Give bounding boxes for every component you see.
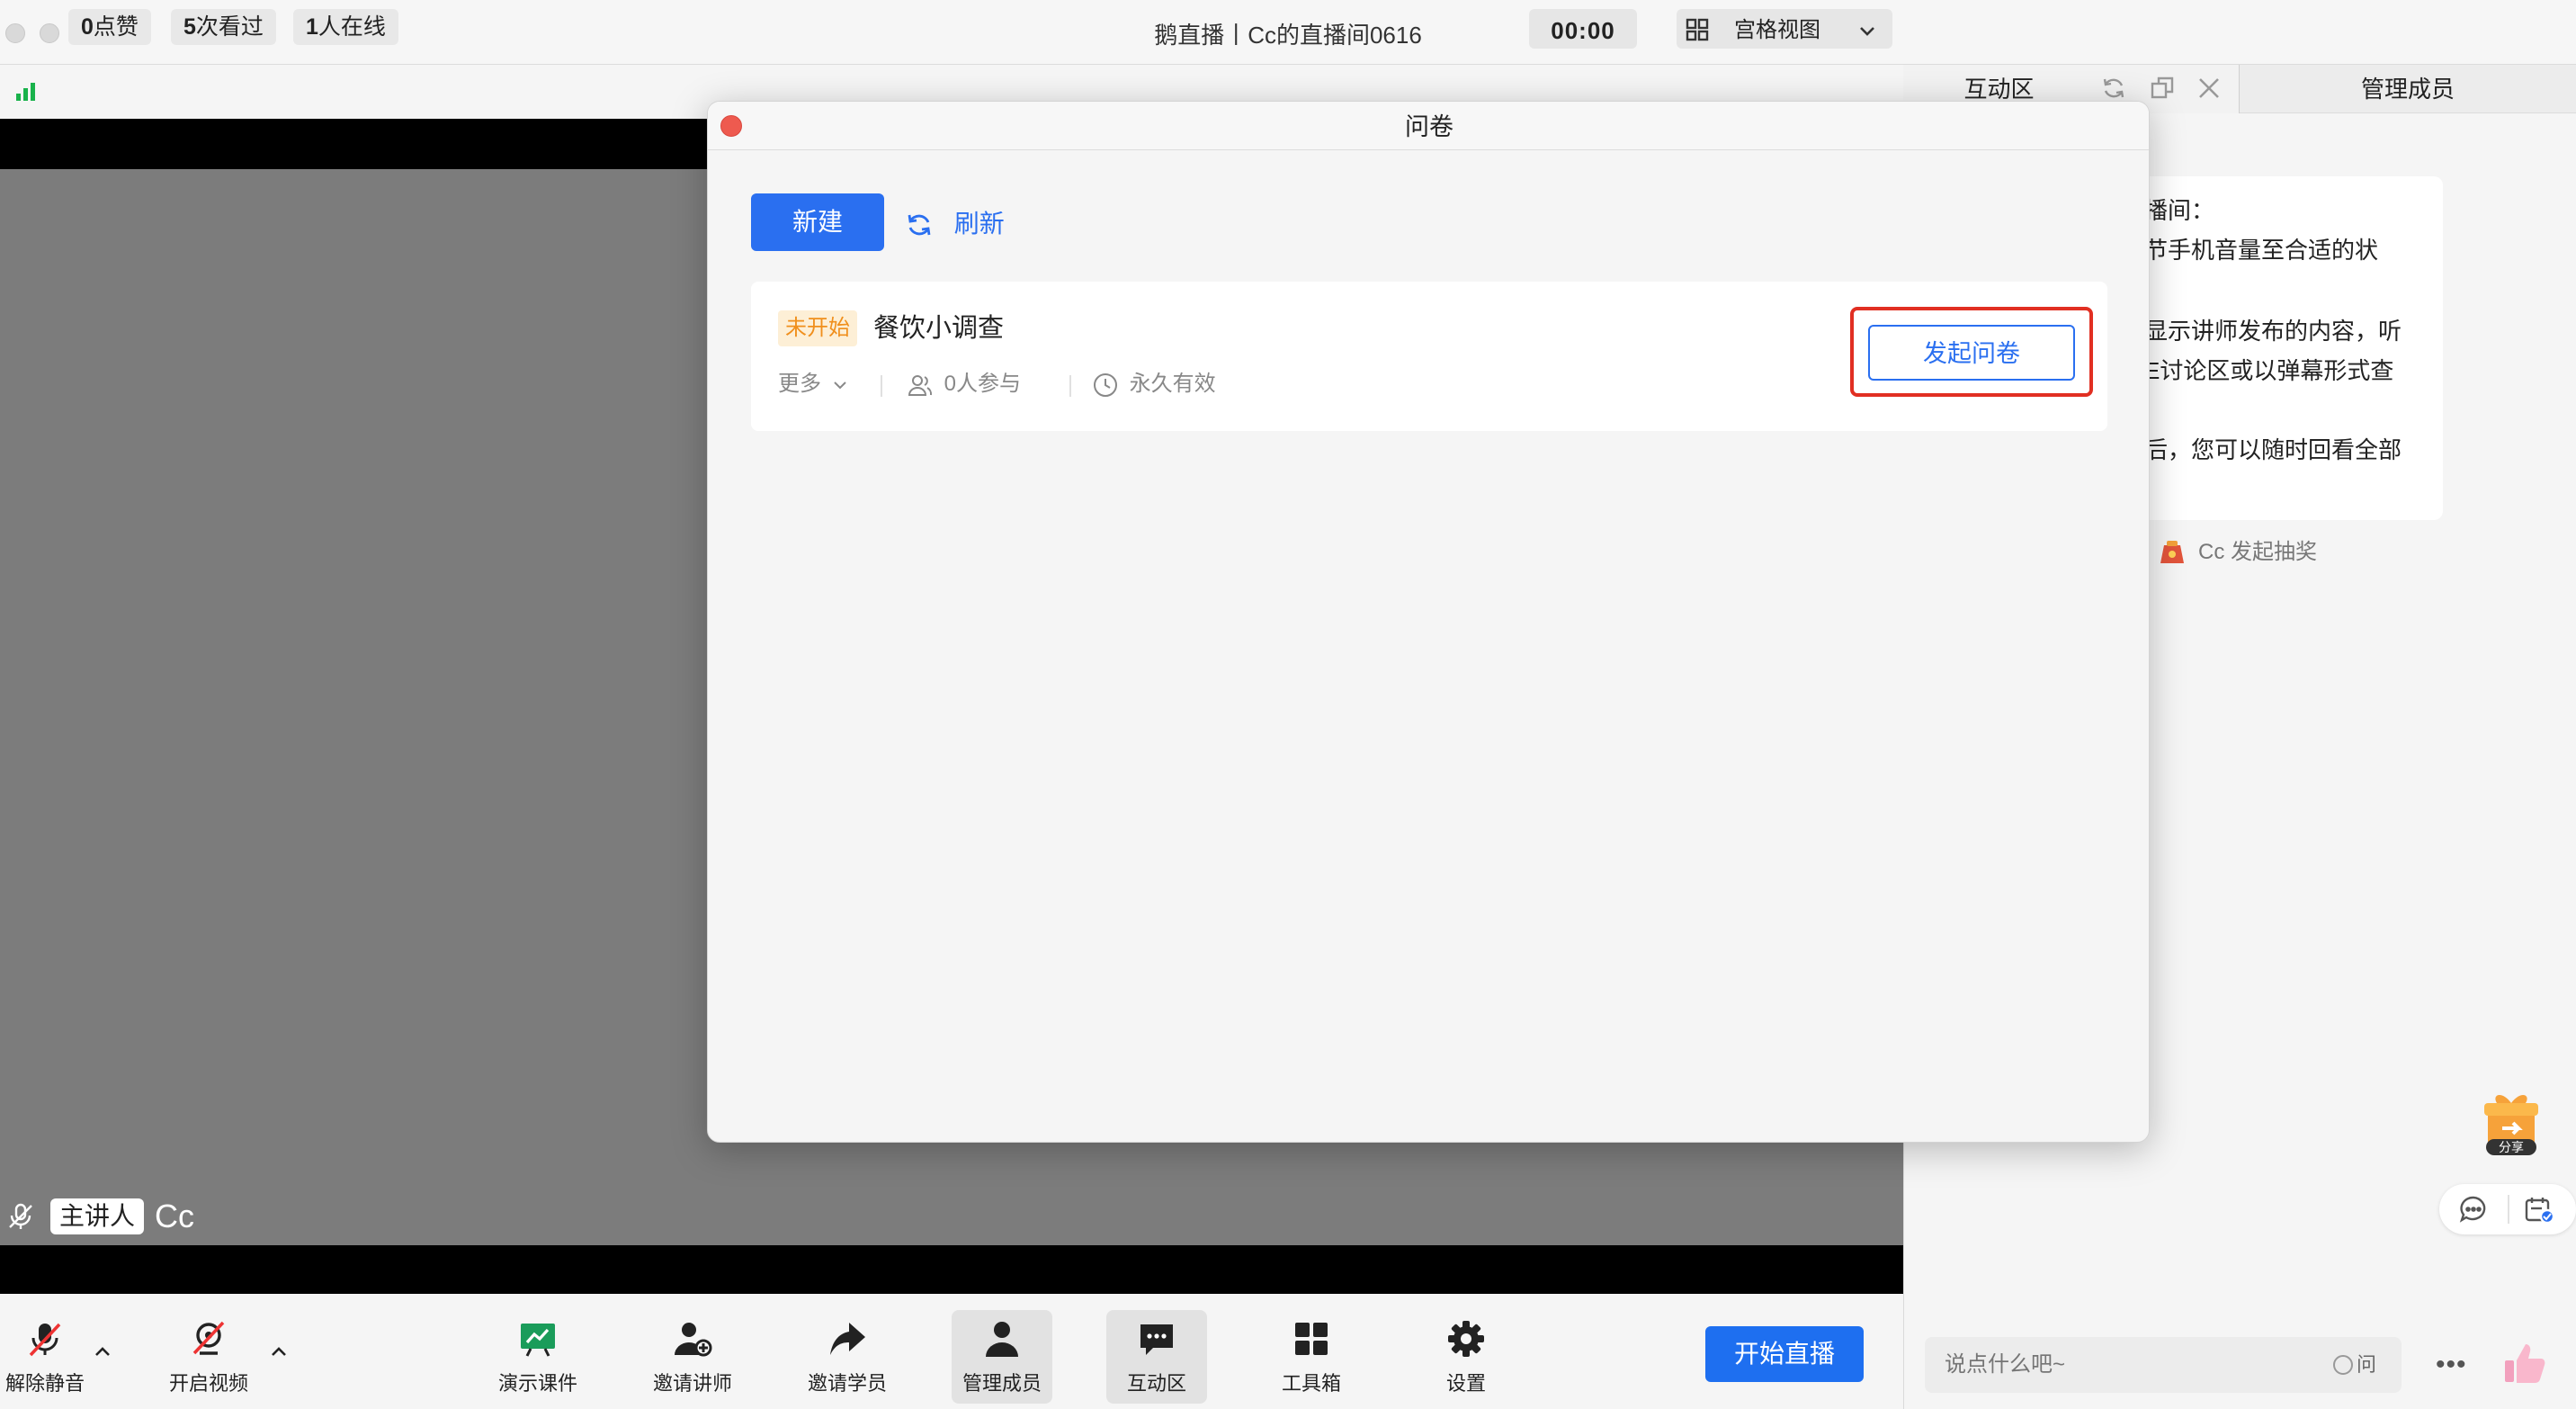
more-dropdown[interactable]: 更多 [778, 366, 849, 402]
new-survey-button[interactable]: 新建 [751, 193, 884, 251]
toolbox-button[interactable]: 工具箱 [1261, 1310, 1362, 1404]
members-icon [982, 1319, 1022, 1359]
view-mode-label: 宫格视图 [1734, 18, 1820, 42]
video-letterbox-bottom [0, 1245, 1903, 1294]
start-live-button[interactable]: 开始直播 [1705, 1326, 1864, 1382]
toolbox-label: 工具箱 [1281, 1372, 1341, 1395]
views-stat: 5次看过 [171, 9, 276, 45]
invite-teacher-label: 邀请讲师 [652, 1372, 732, 1395]
video-options-caret[interactable] [268, 1341, 290, 1362]
online-label: 人在线 [318, 14, 386, 40]
audio-options-caret[interactable] [92, 1341, 113, 1362]
present-slides-label: 演示课件 [497, 1372, 577, 1395]
refresh-label: 刷新 [953, 209, 1005, 238]
launch-survey-button[interactable]: 发起问卷 [1868, 325, 2075, 381]
add-user-icon [673, 1319, 712, 1359]
popout-icon[interactable] [2150, 76, 2175, 101]
chat-bubble-icon [1137, 1319, 1176, 1359]
pill-divider [2508, 1195, 2509, 1224]
calendar-check-icon[interactable] [2524, 1195, 2554, 1224]
notice-line: E讨论区或以弹幕形式查 [2144, 357, 2394, 384]
unmute-button[interactable]: 解除静音 [0, 1310, 95, 1404]
lottery-message: Cc 发起抽奖 [2198, 540, 2317, 564]
ask-label: 问 [2357, 1353, 2377, 1376]
notice-line: 后，您可以随时回看全部 [2144, 436, 2402, 463]
participants-info: 0人参与 [908, 366, 1021, 402]
online-stat: 1人在线 [293, 9, 398, 45]
refresh-icon [906, 195, 940, 253]
mic-muted-icon [7, 1202, 34, 1231]
invite-teacher-button[interactable]: 邀请讲师 [642, 1310, 743, 1404]
validity-label: 永久有效 [1129, 372, 1216, 396]
interaction-button[interactable]: 互动区 [1106, 1310, 1207, 1404]
camera-off-icon [189, 1319, 228, 1359]
clock-icon [1093, 372, 1118, 398]
status-badge: 未开始 [778, 310, 857, 346]
grid-apps-icon [1292, 1319, 1331, 1359]
users-icon [908, 373, 933, 397]
start-video-label: 开启视频 [168, 1372, 248, 1395]
ask-radio[interactable] [2333, 1355, 2353, 1375]
share-arrow-icon [827, 1319, 867, 1359]
chat-input-box: 问 [1925, 1337, 2402, 1393]
tab-interaction-label: 互动区 [1963, 76, 2035, 103]
survey-dialog: 问卷 新建 刷新 未开始 餐饮小调查 更多 0人参与 永久有效 发起问卷 [707, 101, 2150, 1143]
refresh-button[interactable]: 刷新 [906, 193, 1005, 251]
settings-button[interactable]: 设置 [1416, 1310, 1516, 1404]
views-label: 次看过 [195, 14, 264, 40]
floating-action-pill [2439, 1184, 2576, 1234]
interaction-label: 互动区 [1126, 1372, 1186, 1395]
chat-input[interactable] [1945, 1344, 2286, 1386]
settings-label: 设置 [1445, 1372, 1486, 1395]
participants-count: 0人参与 [944, 372, 1022, 396]
online-count: 1 [306, 14, 318, 40]
meta-divider [1069, 375, 1071, 397]
meta-divider [881, 375, 882, 397]
likes-stat: 0点赞 [68, 9, 151, 45]
grid-view-icon [1686, 18, 1709, 41]
chevron-down-icon [831, 376, 849, 394]
presentation-icon [518, 1319, 558, 1359]
likes-label: 点赞 [93, 14, 139, 40]
invite-student-label: 邀请学员 [807, 1372, 887, 1395]
gear-icon [1446, 1319, 1486, 1359]
manage-members-button[interactable]: 管理成员 [952, 1310, 1052, 1404]
view-mode-dropdown[interactable]: 宫格视图 [1677, 9, 1892, 49]
presenter-name: Cc [155, 1198, 194, 1234]
more-options-button[interactable]: ••• [2436, 1350, 2467, 1380]
validity-info: 永久有效 [1093, 366, 1216, 402]
likes-count: 0 [81, 14, 94, 40]
views-count: 5 [183, 14, 196, 40]
presenter-role-badge: 主讲人 [50, 1198, 145, 1234]
start-video-button[interactable]: 开启视频 [158, 1310, 259, 1404]
comment-icon[interactable] [2459, 1195, 2488, 1224]
chevron-down-icon [1856, 20, 1878, 41]
tab-manage-members[interactable]: 管理成员 [2240, 65, 2576, 113]
notice-line: 播间： [2144, 197, 2215, 224]
lottery-bag-icon [2157, 536, 2187, 567]
present-slides-button[interactable]: 演示课件 [487, 1310, 588, 1404]
share-label: 分享 [2499, 1140, 2524, 1154]
refresh-panel-icon[interactable] [2101, 76, 2126, 101]
live-timer: 00:00 [1529, 9, 1637, 49]
mic-off-icon [25, 1319, 65, 1359]
thumbs-up-icon[interactable] [2502, 1341, 2547, 1386]
invite-student-button[interactable]: 邀请学员 [797, 1310, 898, 1404]
survey-title: 餐饮小调查 [873, 314, 1005, 343]
notice-line: 显示讲师发布的内容，听 [2144, 318, 2402, 345]
notice-line: 节手机音量至合适的状 [2144, 237, 2379, 264]
share-gift-button[interactable]: 分享 [2482, 1089, 2540, 1157]
dialog-title: 问卷 [1405, 113, 1453, 140]
manage-members-label: 管理成员 [962, 1372, 1042, 1395]
unmute-label: 解除静音 [4, 1372, 85, 1395]
more-label: 更多 [778, 372, 821, 396]
close-icon[interactable] [2196, 76, 2222, 101]
signal-icon [13, 77, 40, 103]
